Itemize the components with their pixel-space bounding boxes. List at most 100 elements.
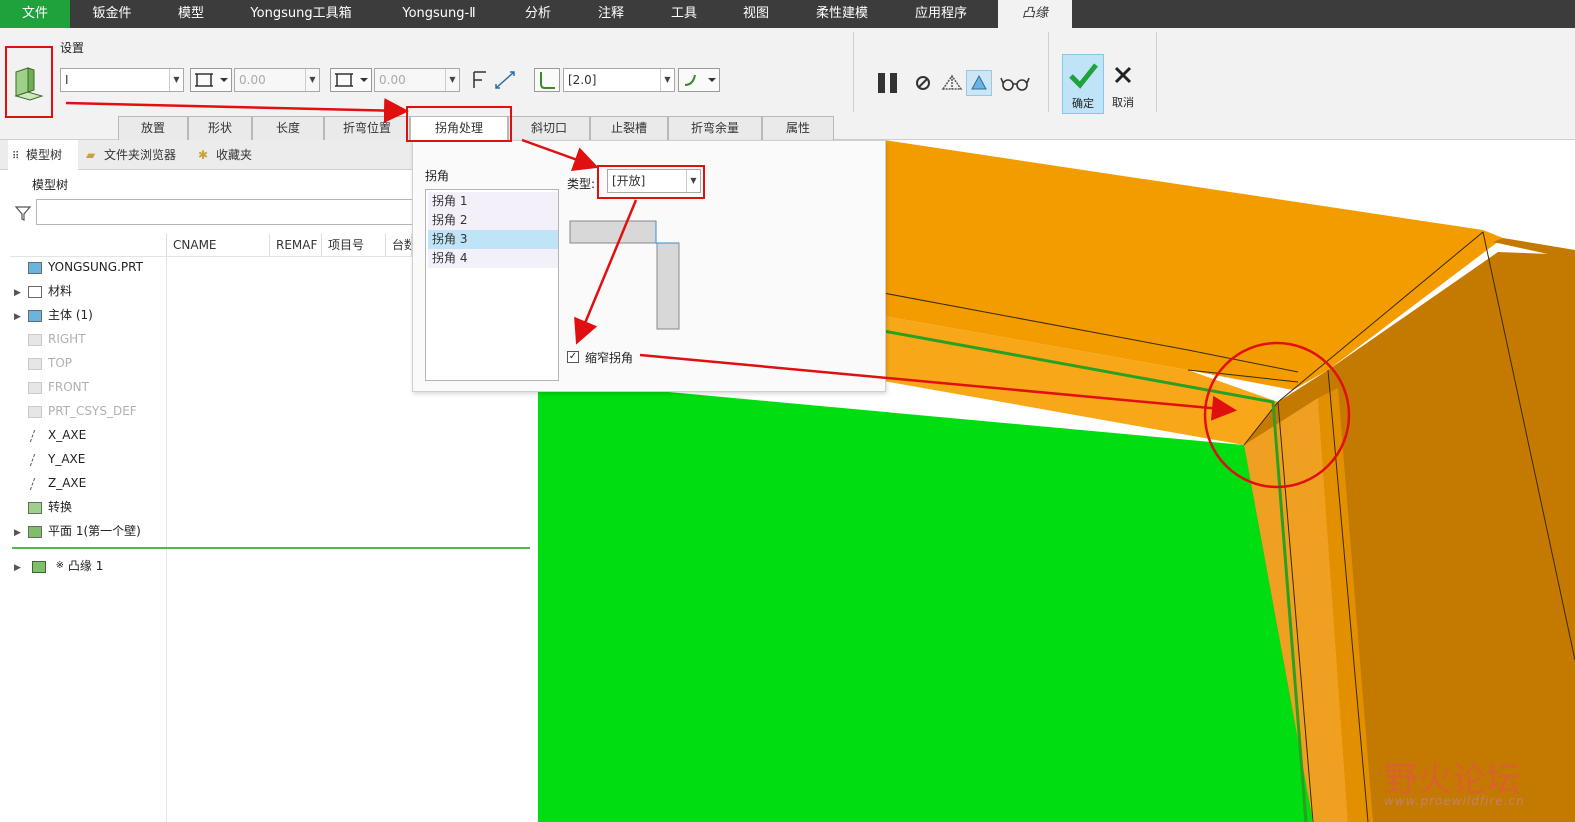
part-icon (28, 261, 42, 274)
chevron-down-icon: ▼ (305, 69, 319, 91)
verify-preview-button[interactable] (966, 70, 992, 96)
menu-file[interactable]: 文件 (0, 0, 70, 28)
length-type-icon (335, 73, 368, 87)
tree-row[interactable]: ▶ 平面 1(第一个壁) (14, 520, 141, 542)
tree-row[interactable]: Z_AXE (14, 472, 86, 494)
no-preview-button[interactable] (914, 74, 932, 92)
tab-model-tree[interactable]: ⠿ 模型树 (8, 140, 78, 170)
tab-folder-browser[interactable]: ▰ 文件夹浏览器 (86, 140, 190, 170)
tab-folder-browser-label: 文件夹浏览器 (104, 148, 177, 162)
length1-value: 0.00 (239, 73, 266, 87)
expand-arrow-icon[interactable]: ▶ (14, 522, 28, 544)
tree-row[interactable]: ▶ 主体 (1) (14, 304, 93, 326)
corner-list-item[interactable]: 拐角 3 (428, 230, 558, 249)
bend-position-button[interactable] (678, 68, 720, 92)
menu-model[interactable]: 模型 (158, 0, 224, 28)
column-cname[interactable]: CNAME (166, 234, 270, 256)
tree-row[interactable]: RIGHT (14, 328, 86, 350)
axis-icon (29, 429, 41, 442)
tab-shape[interactable]: 形状 (188, 116, 252, 140)
tree-row[interactable]: FRONT (14, 376, 89, 398)
tree-row-label: RIGHT (48, 332, 86, 346)
insert-here-line[interactable] (12, 547, 530, 549)
tree-row[interactable]: YONGSUNG.PRT (14, 256, 143, 278)
narrow-corner-label[interactable]: 缩窄拐角 (585, 349, 633, 366)
tree-row[interactable]: ▶ 材料 (14, 280, 72, 302)
tab-placement[interactable]: 放置 (118, 116, 188, 140)
bend-radius-input[interactable]: [2.0] ▼ (563, 68, 675, 92)
tree-row-label: 材料 (48, 284, 73, 298)
menu-sheetmetal[interactable]: 钣金件 (78, 0, 146, 28)
shape-value: I (65, 73, 69, 87)
csys-icon (28, 405, 42, 418)
tab-relief[interactable]: 止裂槽 (590, 116, 668, 140)
flip-thickness-buttons[interactable] (470, 68, 520, 92)
flat-wall-icon (28, 525, 42, 538)
shape-dropdown[interactable]: I ▼ (60, 68, 184, 92)
tree-row[interactable]: 转换 (14, 496, 72, 518)
tab-bend-position[interactable]: 折弯位置 (324, 116, 410, 140)
flip-icon (473, 71, 515, 89)
length1-input[interactable]: 0.00 ▼ (234, 68, 320, 92)
length2-input[interactable]: 0.00 ▼ (374, 68, 460, 92)
datum-plane-icon (28, 333, 42, 346)
glasses-preview-button[interactable] (1000, 74, 1030, 92)
column-item-number[interactable]: 项目号 (322, 234, 386, 256)
tab-favorites[interactable]: ✱ 收藏夹 (198, 140, 268, 170)
menu-flexible-modeling[interactable]: 柔性建模 (800, 0, 884, 28)
menu-yongsung-toolbox[interactable]: Yongsung工具箱 (238, 0, 364, 28)
menu-yongsung-2[interactable]: Yongsung-Ⅱ (384, 0, 494, 28)
cancel-label: 取消 (1112, 96, 1134, 109)
tree-row[interactable]: TOP (14, 352, 72, 374)
expand-arrow-icon[interactable]: ▶ (14, 282, 28, 304)
datum-plane-icon (28, 357, 42, 370)
geometry-preview-button[interactable] (940, 72, 964, 94)
corner-type-preview (569, 219, 681, 331)
tree-row-label: TOP (48, 356, 73, 370)
menu-flange-active[interactable]: 凸缘 (998, 0, 1072, 28)
tab-miter-cuts[interactable]: 斜切口 (508, 116, 590, 140)
length2-type-button[interactable] (330, 68, 372, 92)
menu-analysis[interactable]: 分析 (506, 0, 570, 28)
menu-view[interactable]: 视图 (726, 0, 786, 28)
flange-feature-icon (10, 66, 46, 102)
separator (853, 32, 854, 112)
tab-corner-treatment[interactable]: 拐角处理 (410, 116, 508, 140)
bend-radius-side-button[interactable] (534, 68, 560, 92)
preview-verify-icon (971, 74, 987, 90)
cancel-button[interactable]: 取消 (1106, 54, 1140, 114)
pause-button[interactable] (876, 72, 900, 94)
tab-bend-allowance[interactable]: 折弯余量 (668, 116, 762, 140)
tab-length[interactable]: 长度 (252, 116, 324, 140)
narrow-corner-checkbox[interactable]: ✓ (567, 351, 579, 363)
column-remark[interactable]: REMAF (270, 234, 322, 256)
tree-row-flange[interactable]: ▶ ※ 凸缘 1 (14, 555, 103, 577)
tree-row[interactable]: X_AXE (14, 424, 86, 446)
tree-row-label: X_AXE (48, 428, 87, 442)
stop-icon (916, 76, 930, 90)
corner-type-dropdown[interactable]: [开放] ▼ (607, 169, 701, 193)
corner-list-item[interactable]: 拐角 2 (428, 211, 558, 230)
tree-filter-input[interactable] (36, 199, 416, 225)
tab-properties[interactable]: 属性 (762, 116, 834, 140)
expand-arrow-icon[interactable]: ▶ (14, 306, 28, 328)
ok-label: 确定 (1072, 97, 1094, 110)
feature-dashboard: 设置 I ▼ 0.00 ▼ 0.00 ▼ [2.0] ▼ 确定 取消 放置 形状… (0, 28, 1575, 140)
tree-row[interactable]: PRT_CSYS_DEF (14, 400, 137, 422)
menu-applications[interactable]: 应用程序 (898, 0, 984, 28)
tree-row-label: Z_AXE (48, 476, 87, 490)
menu-tools[interactable]: 工具 (654, 0, 714, 28)
expand-arrow-icon[interactable]: ▶ (14, 557, 28, 579)
filter-icon[interactable] (14, 204, 32, 222)
corner-list-item[interactable]: 拐角 4 (428, 249, 558, 268)
menu-annotate[interactable]: 注释 (580, 0, 642, 28)
ok-button[interactable]: 确定 (1062, 54, 1104, 114)
column-quantity[interactable]: 台数 (386, 234, 412, 256)
tree-row-label: YONGSUNG.PRT (48, 260, 143, 274)
length1-type-button[interactable] (190, 68, 232, 92)
corner-list-item[interactable]: 拐角 1 (428, 192, 558, 211)
chevron-down-icon: ▼ (169, 69, 183, 91)
corner-list[interactable]: 拐角 1 拐角 2 拐角 3 拐角 4 (425, 189, 559, 381)
tree-row-label: 转换 (48, 500, 73, 514)
tree-row[interactable]: Y_AXE (14, 448, 85, 470)
